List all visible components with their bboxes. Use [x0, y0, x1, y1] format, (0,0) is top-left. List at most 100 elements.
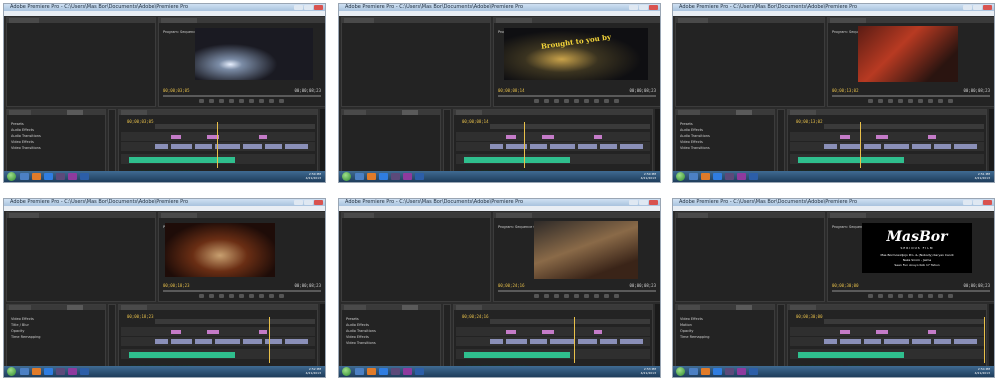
- video-clip[interactable]: [155, 339, 168, 344]
- transport-button[interactable]: [584, 294, 589, 298]
- taskbar-browser-icon[interactable]: [713, 368, 722, 375]
- timeline-ruler[interactable]: [824, 124, 984, 129]
- transport-button[interactable]: [604, 99, 609, 103]
- video-clip[interactable]: [550, 144, 575, 149]
- project-folder-item[interactable]: Audio Effects: [11, 128, 34, 132]
- timeline-timecode[interactable]: 00;00;18;23: [127, 314, 154, 319]
- timeline-timecode[interactable]: 00;00;13;02: [796, 119, 823, 124]
- transport-button[interactable]: [269, 294, 274, 298]
- video-clip[interactable]: [530, 339, 547, 344]
- transport-button[interactable]: [269, 99, 274, 103]
- title-clip[interactable]: [171, 330, 181, 334]
- taskbar-premiere-icon[interactable]: [737, 368, 746, 375]
- project-folder-item[interactable]: Presets: [680, 122, 693, 126]
- minimize-button[interactable]: [963, 200, 972, 205]
- title-clip[interactable]: [594, 135, 602, 139]
- transport-button[interactable]: [564, 99, 569, 103]
- transport-button[interactable]: [199, 99, 204, 103]
- title-clip[interactable]: [259, 135, 267, 139]
- timeline-playhead[interactable]: [984, 317, 985, 363]
- project-folder-item[interactable]: Time Remapping: [680, 335, 710, 339]
- video-clip[interactable]: [954, 144, 977, 149]
- start-button[interactable]: [676, 367, 685, 376]
- title-clip[interactable]: [594, 330, 602, 334]
- transport-button[interactable]: [534, 99, 539, 103]
- taskbar-explorer-icon[interactable]: [20, 173, 29, 180]
- transport-button[interactable]: [544, 294, 549, 298]
- program-scrubber[interactable]: [498, 290, 656, 292]
- audio-clip[interactable]: FULLMAN VIDEO DAWNLOAD ... NAMANYA: [129, 157, 235, 173]
- transport-button[interactable]: [209, 99, 214, 103]
- title-clip[interactable]: [506, 330, 516, 334]
- audio-clip[interactable]: FULLMAN VIDEO DAWNLOAD ... NAMANYA: [798, 157, 904, 173]
- transport-button[interactable]: [898, 294, 903, 298]
- timeline-ruler[interactable]: [490, 319, 650, 324]
- transport-button[interactable]: [259, 99, 264, 103]
- close-button[interactable]: [314, 5, 323, 10]
- taskbar-media-icon[interactable]: [32, 368, 41, 375]
- project-folder-item[interactable]: Audio Transitions: [346, 329, 376, 333]
- program-current-timecode[interactable]: 00;00;13;02: [832, 88, 859, 93]
- transport-button[interactable]: [534, 294, 539, 298]
- video-clip[interactable]: [864, 144, 881, 149]
- transport-button[interactable]: [908, 294, 913, 298]
- transport-button[interactable]: [918, 294, 923, 298]
- transport-button[interactable]: [868, 294, 873, 298]
- minimize-button[interactable]: [963, 5, 972, 10]
- transport-button[interactable]: [898, 99, 903, 103]
- taskbar-premiere-icon[interactable]: [68, 173, 77, 180]
- audio-clip[interactable]: FULLMAN VIDEO DAWNLOAD ... NAMANYA: [129, 352, 235, 368]
- video-clip[interactable]: [840, 144, 861, 149]
- video-clip[interactable]: [934, 339, 951, 344]
- taskbar-browser-icon[interactable]: [44, 173, 53, 180]
- project-folder-item[interactable]: Audio Effects: [680, 128, 703, 132]
- audio-clip[interactable]: FULLMAN VIDEO DAWNLOAD ... NAMANYA: [798, 352, 904, 368]
- transport-button[interactable]: [604, 294, 609, 298]
- program-scrubber[interactable]: [498, 95, 656, 97]
- transport-button[interactable]: [239, 294, 244, 298]
- maximize-button[interactable]: [973, 5, 982, 10]
- taskbar-app-icon[interactable]: [56, 173, 65, 180]
- taskbar-media-icon[interactable]: [701, 173, 710, 180]
- taskbar-media-icon[interactable]: [367, 173, 376, 180]
- project-folder-item[interactable]: Audio Transitions: [11, 134, 41, 138]
- maximize-button[interactable]: [973, 200, 982, 205]
- title-clip[interactable]: [840, 330, 850, 334]
- transport-button[interactable]: [928, 99, 933, 103]
- start-button[interactable]: [676, 172, 685, 181]
- transport-button[interactable]: [564, 294, 569, 298]
- taskbar-app-icon[interactable]: [56, 368, 65, 375]
- project-folder-item[interactable]: Video Effects: [346, 335, 369, 339]
- video-clip[interactable]: [824, 144, 837, 149]
- timeline-playhead[interactable]: [524, 122, 525, 168]
- taskbar-app-icon[interactable]: [725, 173, 734, 180]
- title-clip[interactable]: [506, 135, 516, 139]
- close-button[interactable]: [983, 5, 992, 10]
- transport-button[interactable]: [249, 294, 254, 298]
- program-tab-label[interactable]: Program: Sequence 01: [496, 225, 538, 229]
- transport-button[interactable]: [219, 99, 224, 103]
- transport-button[interactable]: [878, 294, 883, 298]
- maximize-button[interactable]: [304, 200, 313, 205]
- project-folder-item[interactable]: Video Transitions: [346, 341, 376, 345]
- taskbar-app-icon[interactable]: [725, 368, 734, 375]
- video-clip[interactable]: [824, 339, 837, 344]
- project-folder-item[interactable]: Video Transitions: [680, 146, 710, 150]
- transport-button[interactable]: [279, 99, 284, 103]
- transport-button[interactable]: [948, 294, 953, 298]
- program-current-timecode[interactable]: 00;00;08;14: [498, 88, 525, 93]
- taskbar-browser-icon[interactable]: [379, 173, 388, 180]
- maximize-button[interactable]: [304, 5, 313, 10]
- transport-button[interactable]: [868, 99, 873, 103]
- taskbar-word-icon[interactable]: [80, 368, 89, 375]
- taskbar-explorer-icon[interactable]: [355, 173, 364, 180]
- video-clip[interactable]: [243, 339, 262, 344]
- project-folder-item[interactable]: Title / Blur: [11, 323, 29, 327]
- video-clip[interactable]: [171, 144, 192, 149]
- transport-button[interactable]: [938, 99, 943, 103]
- title-clip[interactable]: [840, 135, 850, 139]
- timeline-timecode[interactable]: 00;00;24;16: [462, 314, 489, 319]
- taskbar-media-icon[interactable]: [32, 173, 41, 180]
- video-clip[interactable]: [912, 339, 931, 344]
- taskbar-browser-icon[interactable]: [713, 173, 722, 180]
